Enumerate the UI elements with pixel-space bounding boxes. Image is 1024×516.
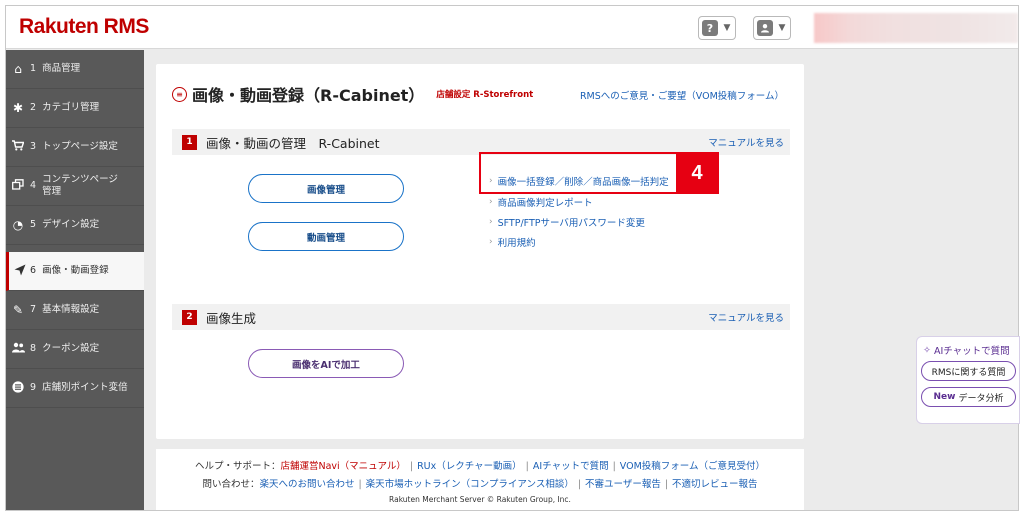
pages-icon xyxy=(6,179,30,193)
store-badge: 店舗設定 R-Storefront xyxy=(436,90,534,100)
gear-icon: ✱ xyxy=(12,101,24,115)
sidebar-item-point[interactable]: 9 店舗別ポイント変倍 xyxy=(6,369,144,408)
ai-chat-title[interactable]: ✧ AIチャットで質問 xyxy=(923,343,1010,358)
sidebar-item-coupon[interactable]: 8 クーポン設定 xyxy=(6,330,144,369)
link-terms-of-use[interactable]: › 利用規約 xyxy=(489,235,536,249)
ai-image-edit-button[interactable]: 画像をAIで加工 xyxy=(248,349,404,378)
rakuten-rms-logo[interactable]: Rakuten RMS xyxy=(19,15,149,39)
footer-link-hotline[interactable]: 楽天市場ホットライン（コンプライアンス相談） xyxy=(366,479,574,490)
chevron-right-icon: › xyxy=(489,197,493,207)
user-info-blurred xyxy=(814,13,1018,43)
feedback-link[interactable]: RMSへのご意見・ご要望（VOM投稿フォーム） xyxy=(580,88,784,102)
sparkle-icon: ✧ xyxy=(923,344,931,356)
footer-link-rux[interactable]: RUx（レクチャー動画） xyxy=(417,461,522,472)
manual-link[interactable]: マニュアルを見る xyxy=(708,310,784,324)
sidebar-item-toppage[interactable]: 3 トップページ設定 xyxy=(6,128,144,167)
chevron-down-icon: ▼ xyxy=(778,23,786,33)
wrench-icon: ✎ xyxy=(12,303,24,317)
user-icon xyxy=(757,20,773,36)
manual-link[interactable]: マニュアルを見る xyxy=(708,135,784,149)
page-title: 画像・動画登録（R-Cabinet） xyxy=(192,86,425,105)
page-title-row: ≡ 画像・動画登録（R-Cabinet） 店舗設定 R-Storefront xyxy=(172,82,533,106)
sidebar-nav: ⌂ 1 商品管理 ✱ 2 カテゴリ管理 3 トップページ設定 4 コンテンツペー… xyxy=(6,50,144,510)
step-number-badge: 4 xyxy=(676,152,718,194)
section-title: 画像・動画の管理 R-Cabinet xyxy=(206,135,380,151)
footer-link-suspicious-user[interactable]: 不審ユーザー報告 xyxy=(585,479,661,490)
footer: ヘルプ・サポート：店舗運営Navi（マニュアル） | RUx（レクチャー動画） | AI… xyxy=(156,449,804,510)
sidebar-item-image-video[interactable]: 6 画像・動画登録 xyxy=(6,252,144,291)
help-icon: ? xyxy=(702,20,718,36)
footer-help-row: ヘルプ・サポート：店舗運営Navi（マニュアル） | RUx（レクチャー動画） | AI… xyxy=(194,461,766,472)
link-image-judgement-report[interactable]: › 商品画像判定レポート xyxy=(489,195,593,209)
chevron-right-icon: › xyxy=(489,237,493,247)
footer-link-contact[interactable]: 楽天へのお問い合わせ xyxy=(259,479,354,490)
section-title: 画像生成 xyxy=(206,310,257,326)
ai-chat-widget: ✧ AIチャットで質問 RMSに関する質問 New データ分析 xyxy=(916,336,1020,424)
list-icon xyxy=(6,380,30,396)
footer-link-navi[interactable]: 店舗運営Navi（マニュアル） xyxy=(280,461,405,472)
chevron-right-icon: › xyxy=(489,176,493,186)
help-menu-button[interactable]: ? ▼ xyxy=(698,16,736,40)
sidebar-item-contents[interactable]: 4 コンテンツページ 管理 xyxy=(6,167,144,206)
main-card: ≡ 画像・動画登録（R-Cabinet） 店舗設定 R-Storefront R… xyxy=(156,64,804,439)
sidebar-item-category[interactable]: ✱ 2 カテゴリ管理 xyxy=(6,89,144,128)
top-header: Rakuten RMS ? ▼ ▼ xyxy=(6,6,1018,49)
image-management-button[interactable]: 画像管理 xyxy=(248,174,404,203)
chevron-down-icon: ▼ xyxy=(723,23,731,33)
copyright: Rakuten Merchant Server © Rakuten Group,… xyxy=(389,495,571,504)
new-badge: New xyxy=(933,392,956,402)
link-sftp-password[interactable]: › SFTP/FTPサーバ用パスワード変更 xyxy=(489,215,645,229)
section-number: 2 xyxy=(182,309,197,325)
menu-circle-icon: ≡ xyxy=(172,86,187,102)
rms-question-button[interactable]: RMSに関する質問 xyxy=(921,361,1016,381)
footer-link-ai-chat[interactable]: AIチャットで質問 xyxy=(533,461,609,472)
account-menu-button[interactable]: ▼ xyxy=(753,16,791,40)
sidebar-item-product[interactable]: ⌂ 1 商品管理 xyxy=(6,50,144,89)
footer-link-vom[interactable]: VOM投稿フォーム（ご意見受付） xyxy=(620,461,765,472)
people-icon xyxy=(6,342,30,356)
data-analysis-button[interactable]: New データ分析 xyxy=(921,387,1016,407)
footer-contact-row: 問い合わせ：楽天へのお問い合わせ | 楽天市場ホットライン（コンプライアンス相談） |… xyxy=(202,479,758,490)
sidebar-item-design[interactable]: ◔ 5 デザイン設定 xyxy=(6,206,144,245)
chevron-right-icon: › xyxy=(489,217,493,227)
palette-icon: ◔ xyxy=(12,218,24,232)
link-bulk-image-register[interactable]: › 画像一括登録／削除／商品画像一括判定 xyxy=(489,174,669,188)
sidebar-item-basic-info[interactable]: ✎ 7 基本情報設定 xyxy=(6,291,144,330)
section-header-image-generation: 2 画像生成 マニュアルを見る xyxy=(172,304,790,330)
home-icon: ⌂ xyxy=(14,62,22,76)
send-icon xyxy=(9,264,30,279)
footer-link-inappropriate-review[interactable]: 不適切レビュー報告 xyxy=(672,479,758,490)
app-frame: Rakuten RMS ? ▼ ▼ ⌂ 1 商品管理 ✱ 2 カテゴリ管理 3 … xyxy=(5,5,1019,511)
section-number: 1 xyxy=(182,134,197,150)
video-management-button[interactable]: 動画管理 xyxy=(248,222,404,251)
cart-icon xyxy=(6,140,30,154)
